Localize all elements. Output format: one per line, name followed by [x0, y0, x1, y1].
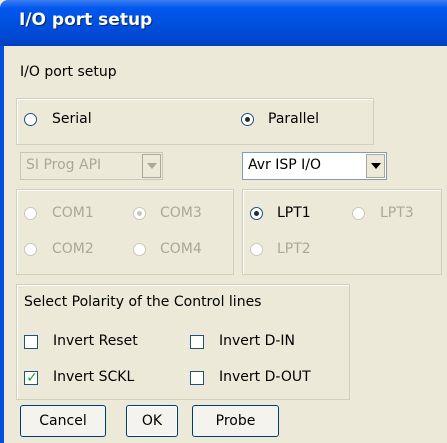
com3-radio[interactable]: [133, 207, 146, 220]
com-ports-group: [16, 189, 234, 275]
cancel-button[interactable]: Cancel: [20, 405, 106, 437]
invert-sckl-checkbox[interactable]: ✓: [24, 370, 38, 386]
ok-button[interactable]: OK: [126, 405, 178, 437]
parallel-driver-dropdown-button[interactable]: [366, 154, 385, 178]
invert-din-checkbox[interactable]: [190, 335, 204, 349]
lpt1-label[interactable]: LPT1: [277, 205, 311, 221]
lpt3-label: LPT3: [380, 205, 414, 221]
com1-label: COM1: [52, 205, 94, 221]
parallel-radio[interactable]: [241, 113, 254, 126]
lpt2-radio[interactable]: [250, 243, 263, 256]
serial-api-select[interactable]: SI Prog API: [20, 152, 163, 180]
serial-radio[interactable]: [24, 113, 37, 126]
lpt-ports-group: [242, 189, 442, 275]
com2-label: COM2: [52, 241, 94, 257]
window-left-border: [0, 46, 4, 443]
com1-radio[interactable]: [24, 207, 37, 220]
invert-dout-label[interactable]: Invert D-OUT: [219, 369, 311, 385]
invert-reset-label[interactable]: Invert Reset: [53, 333, 138, 349]
polarity-title: Select Polarity of the Control lines: [24, 294, 262, 310]
chevron-down-icon: [370, 163, 381, 169]
chevron-down-icon: [146, 163, 157, 169]
parallel-radio-label[interactable]: Parallel: [268, 111, 319, 127]
invert-dout-checkbox[interactable]: [190, 371, 204, 385]
com4-radio[interactable]: [133, 243, 146, 256]
invert-sckl-label[interactable]: Invert SCKL: [53, 369, 134, 385]
com3-label: COM3: [160, 205, 202, 221]
com4-label: COM4: [160, 241, 202, 257]
serial-api-dropdown-button[interactable]: [142, 154, 161, 178]
probe-button[interactable]: Probe: [192, 405, 279, 437]
dialog-header-label: I/O port setup: [20, 64, 117, 80]
checkmark-icon: ✓: [26, 370, 38, 386]
invert-din-label[interactable]: Invert D-IN: [219, 333, 295, 349]
com2-radio[interactable]: [24, 243, 37, 256]
lpt2-label: LPT2: [277, 241, 311, 257]
invert-reset-checkbox[interactable]: [24, 335, 38, 349]
window-title: I/O port setup: [19, 10, 153, 30]
serial-api-select-value: SI Prog API: [26, 157, 102, 173]
lpt1-radio[interactable]: [250, 207, 263, 220]
parallel-driver-select[interactable]: Avr ISP I/O: [242, 152, 387, 180]
parallel-driver-select-value: Avr ISP I/O: [248, 157, 322, 173]
serial-radio-label[interactable]: Serial: [52, 111, 92, 127]
lpt3-radio[interactable]: [352, 207, 365, 220]
